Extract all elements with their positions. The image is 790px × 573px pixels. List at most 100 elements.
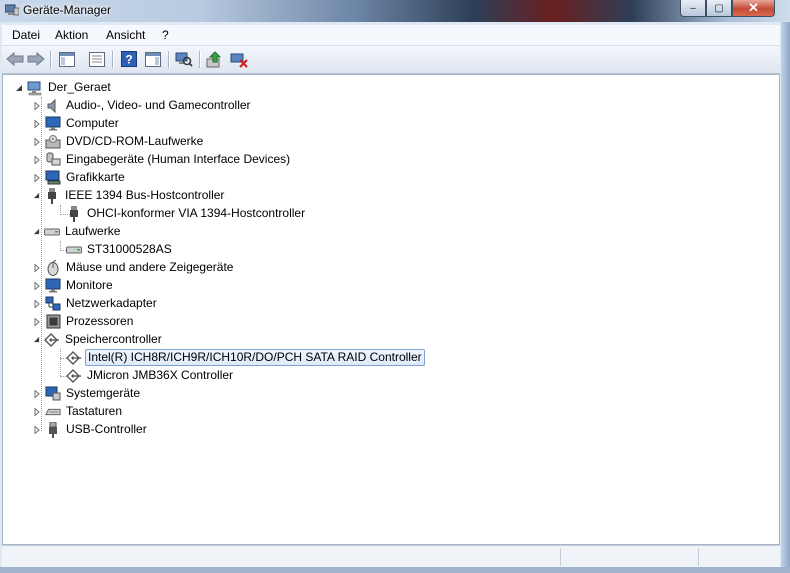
monitor-icon bbox=[45, 116, 61, 132]
tree-node[interactable]: Grafikkarte bbox=[34, 169, 127, 186]
expanded-arrow-icon[interactable] bbox=[33, 336, 40, 343]
collapsed-arrow-icon[interactable] bbox=[34, 173, 40, 182]
tree-node-label: Laufwerke bbox=[65, 224, 121, 238]
tree-node[interactable]: Audio-, Video- und Gamecontroller bbox=[34, 97, 253, 114]
toolbar: ? bbox=[2, 46, 780, 74]
forward-button[interactable] bbox=[27, 50, 45, 68]
tree-node[interactable]: Monitore bbox=[34, 277, 115, 294]
tree-node-label: IEEE 1394 Bus-Hostcontroller bbox=[65, 188, 225, 202]
forward-arrow-icon bbox=[27, 52, 45, 66]
minimize-button[interactable]: – bbox=[680, 0, 706, 17]
tree-node-label: Computer bbox=[66, 116, 119, 130]
mouse-icon bbox=[45, 259, 61, 276]
collapsed-arrow-icon[interactable] bbox=[34, 407, 40, 416]
window-title: Geräte-Manager bbox=[23, 3, 112, 17]
maximize-button[interactable]: ▢ bbox=[706, 0, 732, 17]
collapsed-arrow-icon[interactable] bbox=[34, 425, 40, 434]
scan-hardware-icon bbox=[175, 52, 193, 67]
collapsed-arrow-icon[interactable] bbox=[34, 263, 40, 272]
tree-child[interactable]: JMicron JMB36X Controller bbox=[66, 367, 235, 384]
speaker-icon bbox=[45, 98, 61, 114]
storage-controller-icon bbox=[66, 350, 82, 366]
tree-child-selected[interactable]: Intel(R) ICH8R/ICH9R/ICH10R/DO/PCH SATA … bbox=[66, 349, 425, 366]
title-bar[interactable]: Geräte-Manager – ▢ ✕ bbox=[0, 0, 790, 22]
collapsed-arrow-icon[interactable] bbox=[34, 299, 40, 308]
tree-node[interactable]: Netzwerkadapter bbox=[34, 295, 159, 312]
back-arrow-icon bbox=[6, 52, 24, 66]
tree-node-label: USB-Controller bbox=[66, 422, 147, 436]
device-tree[interactable]: Der_Geraet Audio-, Video- und Gamecontro… bbox=[2, 74, 780, 545]
menu-ansicht[interactable]: Ansicht bbox=[106, 28, 145, 42]
uninstall-button[interactable] bbox=[230, 50, 248, 68]
firewire-icon bbox=[66, 205, 82, 222]
storage-controller-icon bbox=[66, 368, 82, 384]
tree-child[interactable]: OHCI-konformer VIA 1394-Hostcontroller bbox=[66, 205, 307, 222]
disk-drive-icon bbox=[66, 242, 82, 258]
tree-node[interactable]: Tastaturen bbox=[34, 403, 124, 420]
expanded-arrow-icon[interactable] bbox=[15, 84, 23, 92]
keyboard-icon bbox=[45, 404, 61, 420]
properties-button[interactable] bbox=[88, 50, 106, 68]
tree-child-label: Intel(R) ICH8R/ICH9R/ICH10R/DO/PCH SATA … bbox=[85, 349, 425, 366]
menu-bar: Datei Aktion Ansicht ? bbox=[2, 25, 780, 46]
collapsed-arrow-icon[interactable] bbox=[34, 155, 40, 164]
tree-node-label: DVD/CD-ROM-Laufwerke bbox=[66, 134, 204, 148]
tree-child-label: JMicron JMB36X Controller bbox=[87, 368, 234, 382]
storage-controller-icon bbox=[44, 332, 60, 348]
properties-icon bbox=[89, 51, 105, 67]
tree-node[interactable]: Computer bbox=[34, 115, 121, 132]
collapsed-arrow-icon[interactable] bbox=[34, 281, 40, 290]
tree-node[interactable]: USB-Controller bbox=[34, 421, 149, 438]
tree-node-label: Grafikkarte bbox=[66, 170, 125, 184]
collapsed-arrow-icon[interactable] bbox=[34, 137, 40, 146]
collapsed-arrow-icon[interactable] bbox=[34, 317, 40, 326]
disk-drive-icon bbox=[44, 224, 60, 240]
window-controls: – ▢ ✕ bbox=[680, 0, 775, 18]
uninstall-icon bbox=[230, 53, 248, 68]
minimize-icon: – bbox=[690, 2, 696, 14]
tree-node-label: Eingabegeräte (Human Interface Devices) bbox=[66, 152, 291, 166]
tree-node[interactable]: Mäuse und andere Zeigegeräte bbox=[34, 259, 235, 276]
collapsed-arrow-icon[interactable] bbox=[34, 389, 40, 398]
tree-root-label: Der_Geraet bbox=[48, 80, 111, 94]
expanded-arrow-icon[interactable] bbox=[33, 192, 40, 199]
tree-child-label: ST31000528AS bbox=[87, 242, 172, 256]
menu-aktion[interactable]: Aktion bbox=[55, 28, 88, 42]
system-device-icon bbox=[45, 386, 61, 402]
action-pane-button[interactable] bbox=[144, 50, 162, 68]
tree-node[interactable]: IEEE 1394 Bus-Hostcontroller bbox=[33, 187, 226, 204]
menu-help[interactable]: ? bbox=[162, 28, 169, 42]
monitor-icon bbox=[45, 278, 61, 294]
expanded-arrow-icon[interactable] bbox=[33, 228, 40, 235]
tree-node-label: Monitore bbox=[66, 278, 113, 292]
scan-hardware-button[interactable] bbox=[175, 50, 193, 68]
help-button[interactable]: ? bbox=[120, 50, 138, 68]
tree-child-label: OHCI-konformer VIA 1394-Hostcontroller bbox=[87, 206, 306, 220]
tree-node[interactable]: Laufwerke bbox=[33, 223, 122, 240]
update-driver-button[interactable] bbox=[206, 50, 224, 68]
back-button[interactable] bbox=[6, 50, 24, 68]
processor-icon bbox=[45, 314, 61, 330]
status-bar bbox=[2, 545, 780, 568]
close-button[interactable]: ✕ bbox=[732, 0, 775, 17]
tree-node-label: Tastaturen bbox=[66, 404, 123, 418]
tree-node-label: Mäuse und andere Zeigegeräte bbox=[66, 260, 234, 274]
tree-child[interactable]: ST31000528AS bbox=[66, 241, 174, 258]
tree-root[interactable]: Der_Geraet bbox=[15, 79, 113, 96]
tree-node[interactable]: DVD/CD-ROM-Laufwerke bbox=[34, 133, 205, 150]
tree-node[interactable]: Eingabegeräte (Human Interface Devices) bbox=[34, 151, 292, 168]
close-icon: ✕ bbox=[748, 0, 759, 15]
tree-node-label: Netzwerkadapter bbox=[66, 296, 157, 310]
help-icon: ? bbox=[121, 51, 137, 67]
tree-node[interactable]: Speichercontroller bbox=[33, 331, 164, 348]
collapsed-arrow-icon[interactable] bbox=[34, 101, 40, 110]
show-hide-console-tree-button[interactable] bbox=[58, 50, 76, 68]
tree-node-label: Speichercontroller bbox=[65, 332, 162, 346]
menu-datei[interactable]: Datei bbox=[12, 28, 40, 42]
device-manager-icon bbox=[5, 4, 19, 16]
tree-node[interactable]: Systemgeräte bbox=[34, 385, 142, 402]
tree-node[interactable]: Prozessoren bbox=[34, 313, 135, 330]
svg-text:?: ? bbox=[125, 53, 132, 67]
collapsed-arrow-icon[interactable] bbox=[34, 119, 40, 128]
usb-icon bbox=[45, 421, 61, 438]
